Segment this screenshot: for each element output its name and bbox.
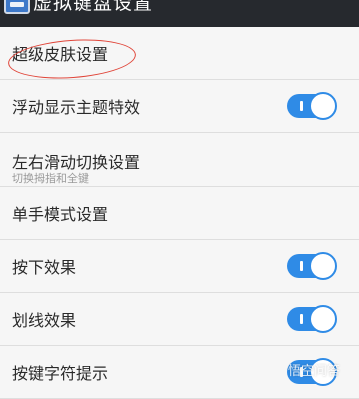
page-title: 虚拟键盘设置 [33,0,154,14]
toggle-on-mark-icon [300,314,303,324]
settings-item-label: 按下效果 [12,258,77,277]
press-effect-toggle[interactable] [287,252,337,280]
keyboard-settings-icon [4,0,30,14]
settings-item-label: 浮动显示主题特效 [12,98,141,117]
settings-item-label: 超级皮肤设置 [12,45,109,64]
settings-item-sublabel: 切换拇指和全键 [12,172,89,185]
floating-theme-effect-toggle[interactable] [287,92,337,120]
settings-item-label: 单手模式设置 [12,205,109,224]
toggle-knob [309,92,337,120]
title-bar: 虚拟键盘设置 [0,0,359,27]
toggle-knob [309,305,337,333]
toggle-on-mark-icon [300,101,303,111]
settings-list: 超级皮肤设置 浮动显示主题特效 左右滑动切换设置 切换拇指和全键 单手模式设置 … [0,27,359,399]
settings-item-swipe-switch[interactable]: 左右滑动切换设置 切换拇指和全键 [0,133,359,187]
toggle-knob [309,252,337,280]
toggle-on-mark-icon [300,261,303,271]
settings-item-label: 按键字符提示 [12,364,109,383]
settings-item-floating-theme-effect[interactable]: 浮动显示主题特效 [0,80,359,133]
watermark: 悟空问答 [288,364,341,379]
settings-item-press-effect[interactable]: 按下效果 [0,240,359,293]
settings-item-super-skin[interactable]: 超级皮肤设置 [0,27,359,80]
settings-item-swipe-trail-effect[interactable]: 划线效果 [0,293,359,346]
settings-item-label: 划线效果 [12,311,77,330]
swipe-trail-effect-toggle[interactable] [287,305,337,333]
settings-item-one-hand-mode[interactable]: 单手模式设置 [0,187,359,240]
